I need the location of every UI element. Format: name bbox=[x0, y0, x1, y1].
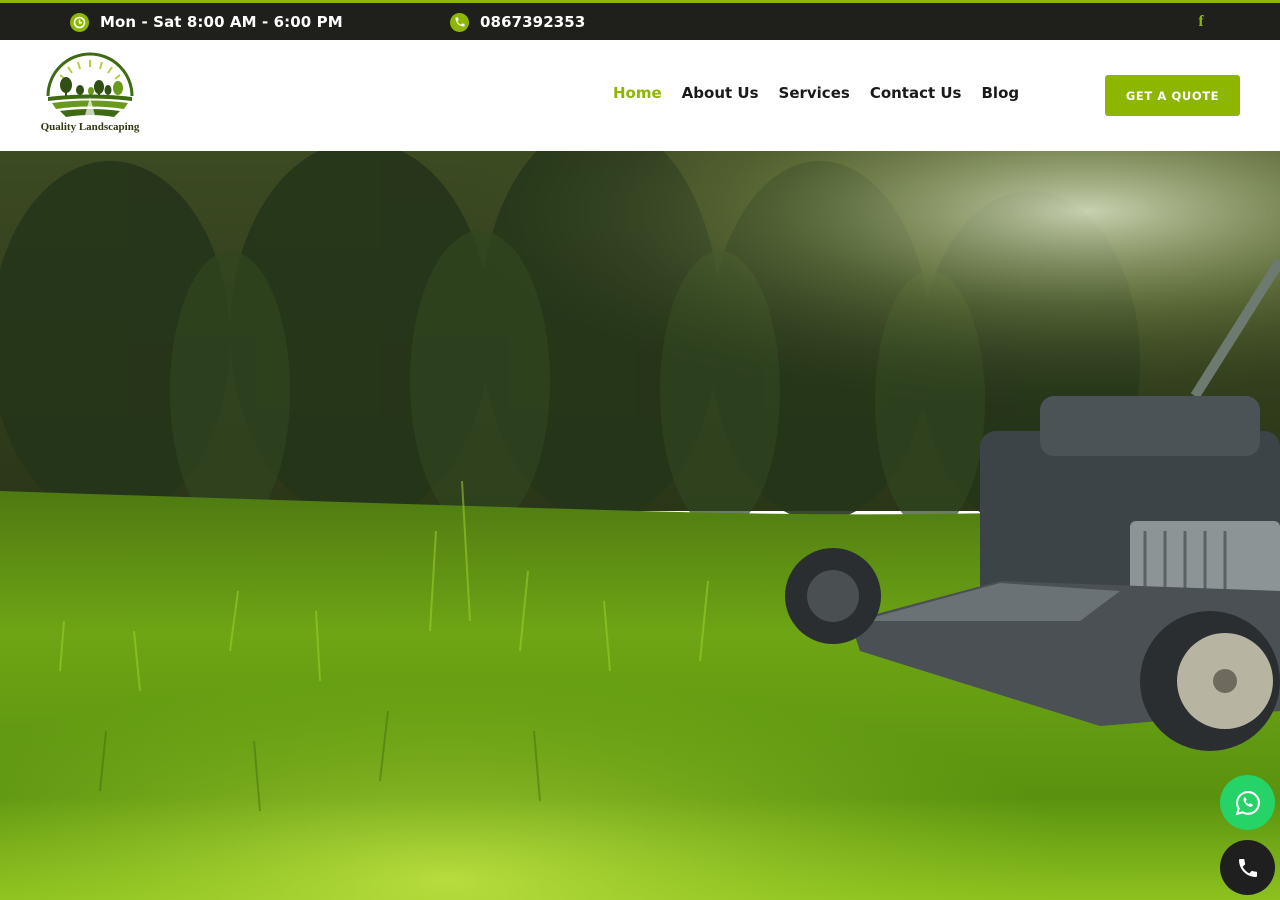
call-button[interactable] bbox=[1220, 840, 1275, 895]
top-bar: Mon - Sat 8:00 AM - 6:00 PM 0867392353 f bbox=[0, 0, 1280, 40]
nav-services[interactable]: Services bbox=[779, 84, 850, 102]
get-a-quote-button[interactable]: GET A QUOTE bbox=[1105, 75, 1240, 116]
phone-number[interactable]: 0867392353 bbox=[480, 13, 585, 31]
phone-contact[interactable]: 0867392353 bbox=[450, 9, 585, 35]
whatsapp-button[interactable] bbox=[1220, 775, 1275, 830]
whatsapp-icon bbox=[1235, 790, 1260, 815]
nav-about-us[interactable]: About Us bbox=[682, 84, 759, 102]
hero-image bbox=[0, 151, 1280, 900]
phone-icon bbox=[1238, 858, 1257, 877]
nav-contact-us[interactable]: Contact Us bbox=[870, 84, 962, 102]
hours-text: Mon - Sat 8:00 AM - 6:00 PM bbox=[100, 13, 343, 31]
site-header: Quality Landscaping Home About Us Servic… bbox=[0, 40, 1280, 151]
business-hours: Mon - Sat 8:00 AM - 6:00 PM bbox=[70, 9, 343, 35]
logo-text: Quality Landscaping bbox=[40, 121, 140, 133]
facebook-icon[interactable]: f bbox=[1194, 10, 1208, 34]
nav-home[interactable]: Home bbox=[613, 84, 662, 102]
phone-icon bbox=[450, 12, 469, 32]
logo-emblem-icon bbox=[46, 52, 134, 119]
site-logo[interactable]: Quality Landscaping bbox=[38, 50, 142, 140]
clock-icon bbox=[70, 12, 89, 32]
nav-blog[interactable]: Blog bbox=[982, 84, 1020, 102]
main-nav: Home About Us Services Contact Us Blog bbox=[613, 84, 1019, 102]
